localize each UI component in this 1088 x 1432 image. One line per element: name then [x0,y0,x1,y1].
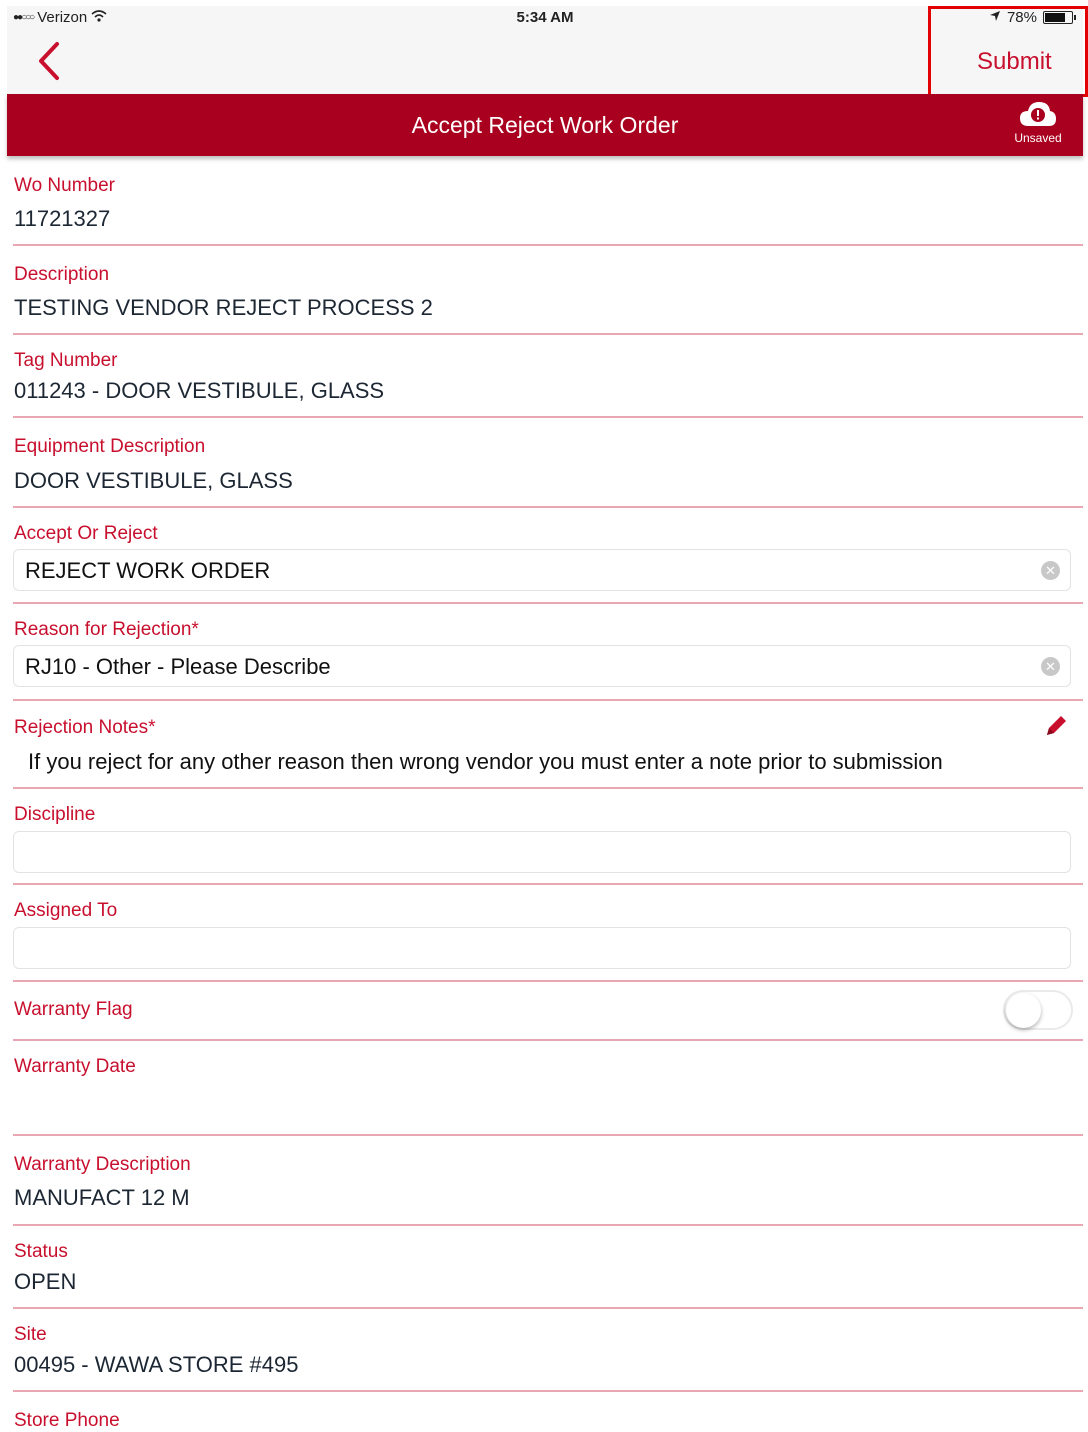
field-value: 011243 - DOOR VESTIBULE, GLASS [14,378,385,403]
select-value: RJ10 - Other - Please Describe [25,654,331,679]
field-warranty-flag: Warranty Flag [13,982,1083,1041]
field-discipline: Discipline [13,789,1083,885]
warranty-flag-toggle[interactable] [1003,990,1073,1030]
assigned-to-input[interactable] [13,927,1071,969]
field-label: Site [14,1324,47,1345]
field-label: Assigned To [14,900,118,921]
field-label: Warranty Flag [14,999,133,1020]
field-label: Tag Number [14,350,118,371]
page-title: Accept Reject Work Order [411,112,679,138]
field-value: TESTING VENDOR REJECT PROCESS 2 [14,295,433,320]
select-value: REJECT WORK ORDER [25,558,271,583]
back-button[interactable] [33,38,73,84]
field-label: Warranty Date [14,1056,136,1077]
field-value: DOOR VESTIBULE, GLASS [14,468,293,493]
field-warranty-date: Warranty Date [13,1041,1083,1136]
submit-button[interactable]: Submit [977,48,1052,76]
field-value: 11721327 [14,206,111,231]
field-label: Accept Or Reject [14,523,158,544]
navigation-bar: Submit [7,6,1088,97]
sync-status-label: Unsaved [1014,131,1062,145]
clear-icon[interactable]: ✕ [1041,657,1060,676]
field-status: Status OPEN [13,1226,1083,1309]
clear-icon[interactable]: ✕ [1041,561,1060,580]
field-label: Status [14,1241,68,1262]
rejection-reason-select[interactable]: RJ10 - Other - Please Describe ✕ [13,645,1071,687]
field-label: Discipline [14,804,96,825]
field-site: Site 00495 - WAWA STORE #495 [13,1309,1083,1392]
status-time: 5:34 AM [516,9,574,26]
field-equipment-description: Equipment Description DOOR VESTIBULE, GL… [13,418,1083,508]
field-description: Description TESTING VENDOR REJECT PROCES… [13,246,1083,335]
chevron-left-icon [39,42,59,80]
sync-status: Unsaved [1003,100,1073,145]
field-value: OPEN [14,1269,77,1294]
status-bar: ●●○○○ Verizon 5:34 AM 78% [7,6,1083,30]
field-label: Reason for Rejection* [14,619,199,640]
field-label: Warranty Description [14,1154,191,1175]
field-wo-number: Wo Number 11721327 [13,163,1083,246]
field-store-phone: Store Phone [13,1392,1083,1432]
toggle-knob [1006,993,1041,1028]
field-assigned-to: Assigned To [13,885,1083,982]
field-label: Rejection Notes* [14,717,156,738]
field-value: MANUFACT 12 M [14,1185,190,1210]
field-label: Store Phone [14,1410,120,1431]
discipline-input[interactable] [13,831,1071,873]
accept-reject-select[interactable]: REJECT WORK ORDER ✕ [13,549,1071,591]
rejection-notes-text[interactable]: If you reject for any other reason then … [28,749,943,775]
field-accept-or-reject: Accept Or Reject REJECT WORK ORDER ✕ [13,508,1083,604]
field-label: Wo Number [14,175,116,196]
field-rejection-notes: Rejection Notes* If you reject for any o… [13,701,1083,789]
field-label: Description [14,264,110,285]
field-reason-for-rejection: Reason for Rejection* RJ10 - Other - Ple… [13,604,1083,701]
cloud-alert-icon [1020,102,1056,126]
field-tag-number: Tag Number 011243 - DOOR VESTIBULE, GLAS… [13,335,1083,418]
field-value: 00495 - WAWA STORE #495 [14,1352,299,1377]
field-label: Equipment Description [14,436,206,457]
pencil-icon[interactable] [1043,713,1069,744]
field-warranty-description: Warranty Description MANUFACT 12 M [13,1136,1083,1226]
form-header: Accept Reject Work Order Unsaved [7,94,1083,156]
